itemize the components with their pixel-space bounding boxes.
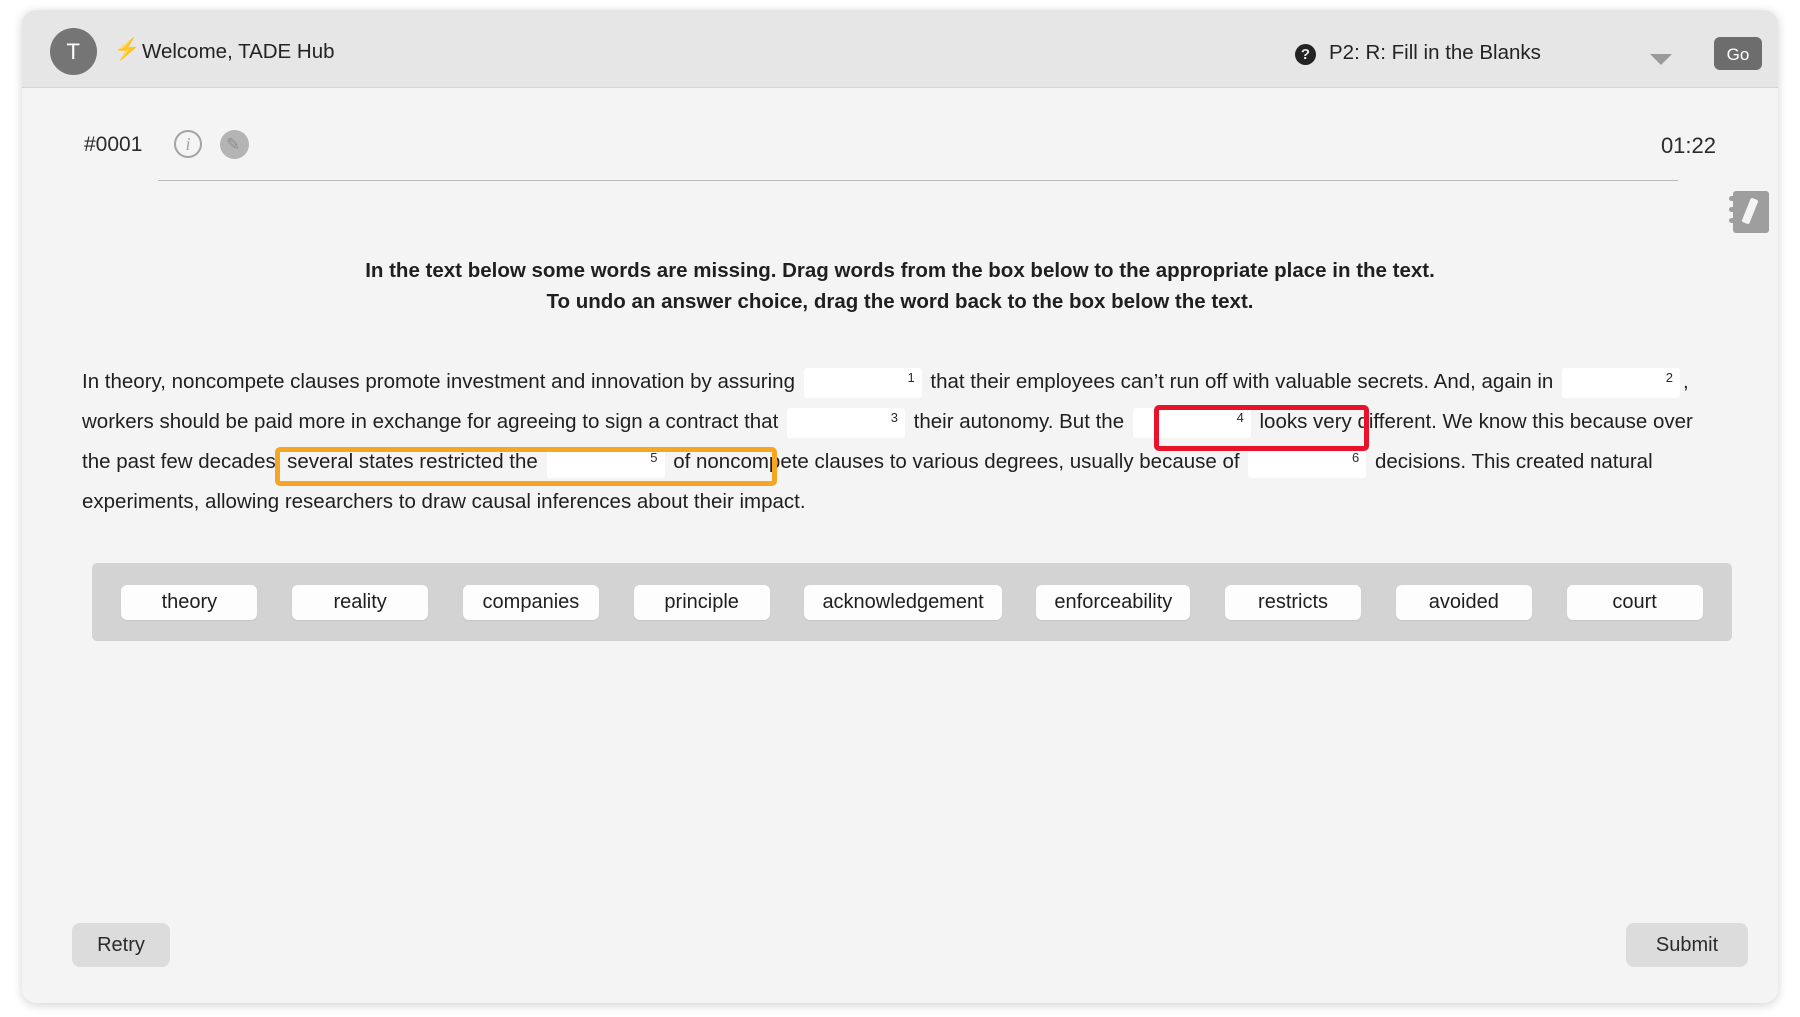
passage-segment: that their employees can’t run off with … [924,370,1560,393]
word-option[interactable]: companies [462,584,599,620]
question-id: #0001 [84,133,143,156]
word-option[interactable]: avoided [1395,584,1532,620]
info-icon[interactable]: i [174,130,202,158]
answer-blank-4[interactable]: 4 [1132,407,1251,438]
word-option[interactable]: restricts [1225,584,1362,620]
passage-text: In theory, noncompete clauses promote in… [82,362,1722,522]
passage-segment: of noncompete clauses to various degrees… [667,450,1246,473]
retry-button[interactable]: Retry [72,923,170,967]
answer-blank-2[interactable]: 2 [1562,367,1681,398]
word-option[interactable]: court [1566,584,1703,620]
blank-number: 2 [1665,369,1674,385]
blank-number: 1 [907,369,915,385]
bolt-icon: ⚡ [114,38,141,61]
word-option[interactable]: enforceability [1036,584,1191,620]
avatar: T [50,28,97,75]
submit-button[interactable]: Submit [1626,923,1748,967]
word-bank-options: theory reality companies principle acknowled… [92,563,1732,641]
welcome-text: Welcome, TADE Hub [142,40,335,63]
word-option[interactable]: acknowledgement [804,584,1002,620]
answer-blank-6[interactable]: 6 [1248,447,1367,478]
word-bank: theory reality companies principle acknowled… [92,563,1732,641]
instructions: In the text below some words are missing… [22,255,1778,317]
section-selector-label[interactable]: P2: R: Fill in the Blanks [1329,41,1541,65]
notes-glyph: ✎ [226,135,241,154]
app-header: T ⚡ Welcome, TADE Hub ? P2: R: Fill in t… [22,10,1778,88]
blank-number: 3 [890,409,898,425]
word-option[interactable]: reality [292,584,429,620]
blank-number: 6 [1352,449,1360,465]
passage-segment: their autonomy. But the [907,410,1130,433]
answer-blank-1[interactable]: 1 [803,367,922,398]
blank-number: 4 [1236,409,1244,425]
timer: 01:22 [1660,133,1716,158]
instruction-line-1: In the text below some words are missing… [365,259,1435,282]
help-icon[interactable]: ? [1295,44,1316,65]
word-option[interactable]: theory [121,584,258,620]
go-button[interactable]: Go [1714,37,1762,70]
blank-number: 5 [650,449,658,465]
answer-blank-3[interactable]: 3 [786,407,905,438]
notepad-icon[interactable] [1727,188,1773,234]
notes-icon[interactable]: ✎ [220,130,249,159]
answer-blank-5[interactable]: 5 [546,447,665,478]
exam-window: T ⚡ Welcome, TADE Hub ? P2: R: Fill in t… [22,10,1778,1003]
word-option[interactable]: principle [633,584,770,620]
chevron-down-icon[interactable] [1650,54,1672,65]
passage-segment: In theory, noncompete clauses promote in… [82,370,801,393]
divider [158,180,1678,181]
instruction-line-2: To undo an answer choice, drag the word … [546,290,1254,313]
